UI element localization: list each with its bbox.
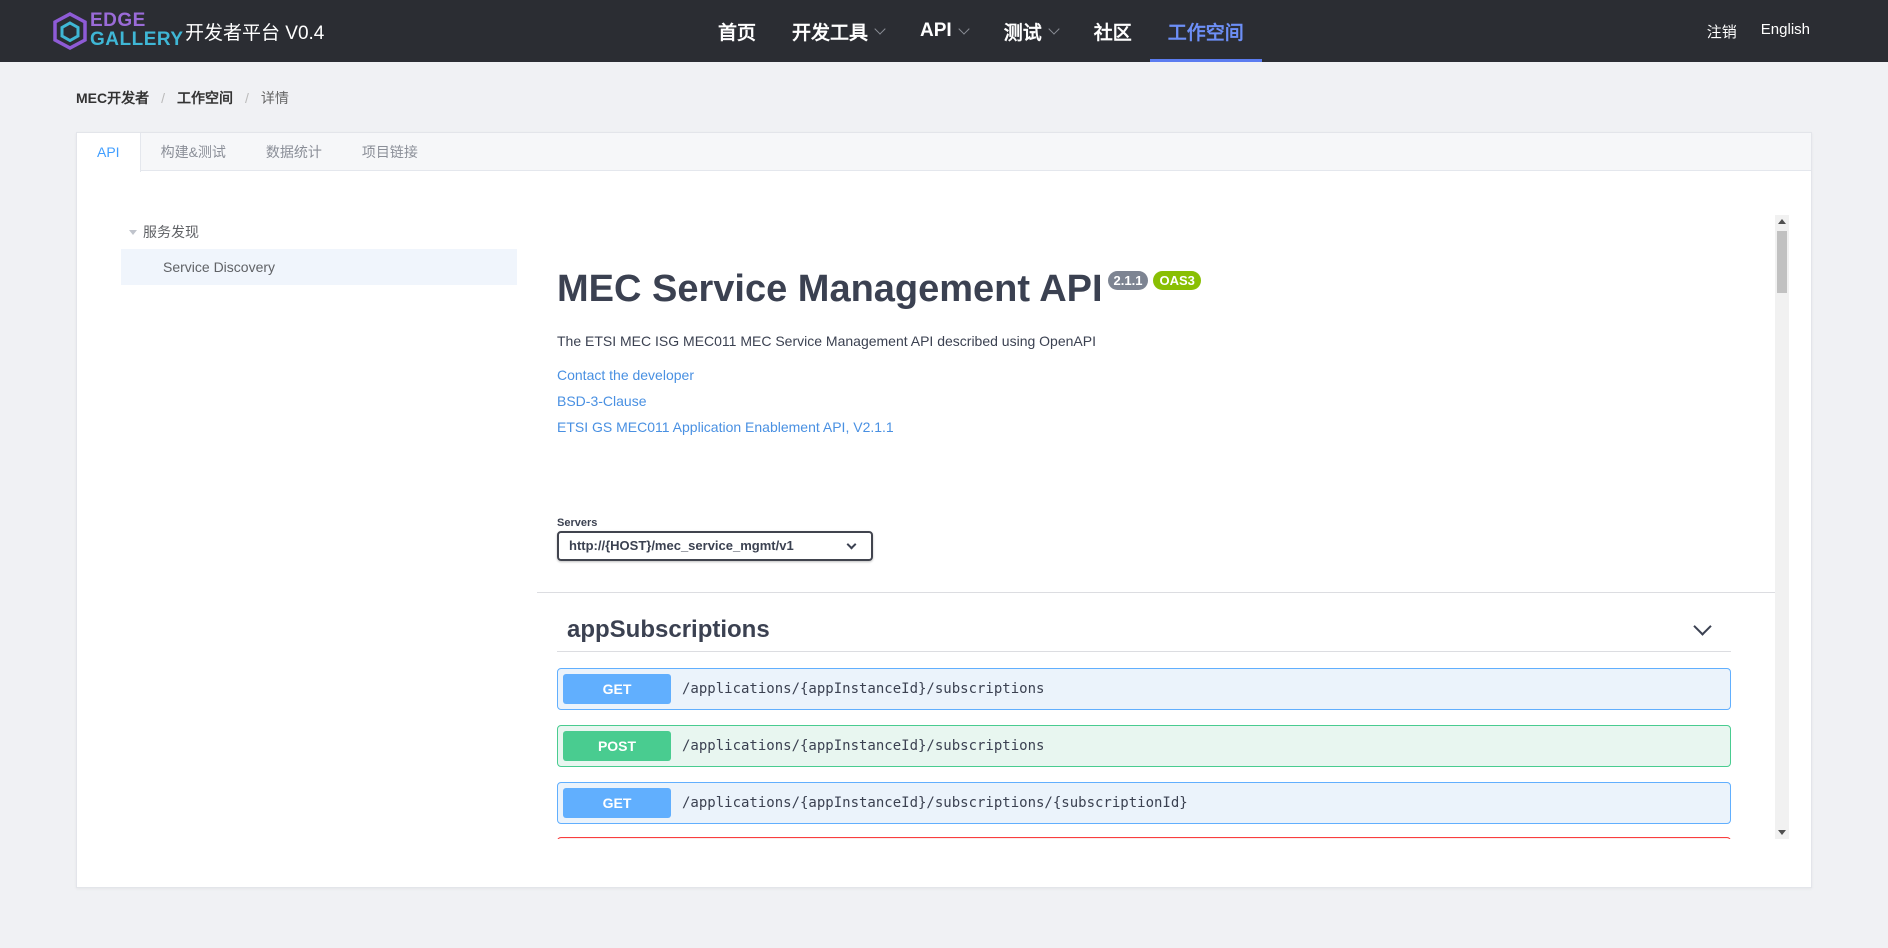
detail-tabs: API 构建&测试 数据统计 项目链接 xyxy=(77,133,1811,172)
breadcrumb-separator: / xyxy=(245,90,249,106)
nav-workspace[interactable]: 工作空间 xyxy=(1149,0,1262,62)
breadcrumb-workspace[interactable]: 工作空间 xyxy=(177,88,233,108)
tree-node-label: 服务发现 xyxy=(143,224,199,240)
servers-label: Servers xyxy=(557,517,598,529)
oas-badge: OAS3 xyxy=(1153,271,1201,290)
header-actions: 注销 English xyxy=(1707,21,1810,42)
nav-dev-tools[interactable]: 开发工具 xyxy=(774,0,902,62)
operation-row[interactable]: GET /applications/{appInstanceId}/subscr… xyxy=(557,668,1731,710)
tab-project-links[interactable]: 项目链接 xyxy=(342,133,438,171)
chevron-down-icon xyxy=(1048,23,1060,35)
nav-home[interactable]: 首页 xyxy=(700,0,774,62)
scrollbar-thumb[interactable] xyxy=(1777,231,1787,293)
brand-line1: EDGE xyxy=(90,10,146,31)
method-badge: GET xyxy=(563,674,671,704)
brand-line2: GALLERY xyxy=(90,29,184,50)
section-app-subscriptions[interactable]: appSubscriptions xyxy=(557,610,1731,652)
nav-workspace-label: 工作空间 xyxy=(1167,22,1244,44)
edgegallery-logo-icon[interactable] xyxy=(52,12,88,50)
operation-path: /applications/{appInstanceId}/subscripti… xyxy=(682,738,1045,754)
api-title: MEC Service Management API xyxy=(557,268,1103,310)
tab-statistics[interactable]: 数据统计 xyxy=(246,133,342,171)
nav-test[interactable]: 测试 xyxy=(986,0,1076,62)
breadcrumb-mec-developer[interactable]: MEC开发者 xyxy=(76,88,149,108)
chevron-down-icon xyxy=(958,23,970,35)
external-docs-link[interactable]: ETSI GS MEC011 Application Enablement AP… xyxy=(557,419,894,435)
scroll-up-icon[interactable] xyxy=(1778,219,1786,224)
tree-node-service-discovery-group[interactable]: 服务发现 xyxy=(121,215,517,249)
divider xyxy=(537,592,1775,593)
chevron-down-icon xyxy=(846,539,857,550)
operation-row[interactable]: GET /applications/{appInstanceId}/subscr… xyxy=(557,782,1731,824)
tab-build-test[interactable]: 构建&测试 xyxy=(141,133,246,171)
nav-community[interactable]: 社区 xyxy=(1076,0,1150,62)
top-navbar: EDGE GALLERY 开发者平台 V0.4 首页 开发工具 API 测试 社… xyxy=(0,0,1888,62)
project-detail-card: API 构建&测试 数据统计 项目链接 服务发现 Service Discove… xyxy=(76,132,1812,888)
logout-link[interactable]: 注销 xyxy=(1707,21,1737,42)
version-badge: 2.1.1 xyxy=(1107,271,1149,290)
chevron-down-icon xyxy=(874,23,886,35)
brand-name[interactable]: EDGE GALLERY xyxy=(90,11,184,49)
license-link[interactable]: BSD-3-Clause xyxy=(557,393,646,409)
operation-row-partial[interactable] xyxy=(557,837,1731,839)
operation-row[interactable]: POST /applications/{appInstanceId}/subsc… xyxy=(557,725,1731,767)
nav-home-label: 首页 xyxy=(718,22,757,44)
nav-community-label: 社区 xyxy=(1093,22,1132,44)
vertical-scrollbar[interactable] xyxy=(1775,215,1789,839)
section-title: appSubscriptions xyxy=(567,616,770,643)
breadcrumb-detail: 详情 xyxy=(260,90,289,106)
contact-developer-link[interactable]: Contact the developer xyxy=(557,367,694,383)
main-nav: 首页 开发工具 API 测试 社区 工作空间 xyxy=(700,0,1262,62)
chevron-down-icon[interactable] xyxy=(1693,617,1712,636)
service-tree: 服务发现 Service Discovery xyxy=(121,215,517,285)
breadcrumb-separator: / xyxy=(161,90,166,106)
servers-select-value: http://{HOST}/mec_service_mgmt/v1 xyxy=(569,538,794,553)
nav-test-label: 测试 xyxy=(1003,22,1042,44)
method-badge: GET xyxy=(563,788,671,818)
servers-select[interactable]: http://{HOST}/mec_service_mgmt/v1 xyxy=(557,531,873,561)
api-title-row: MEC Service Management API 2.1.1 OAS3 xyxy=(557,265,1201,313)
api-description: The ETSI MEC ISG MEC011 MEC Service Mana… xyxy=(557,333,1096,349)
method-badge: POST xyxy=(563,731,671,761)
nav-api-label: API xyxy=(920,20,952,41)
language-switch[interactable]: English xyxy=(1761,21,1810,42)
operation-path: /applications/{appInstanceId}/subscripti… xyxy=(682,795,1188,811)
operation-path: /applications/{appInstanceId}/subscripti… xyxy=(682,681,1045,697)
swagger-pane: MEC Service Management API 2.1.1 OAS3 Th… xyxy=(537,215,1789,839)
platform-title: 开发者平台 V0.4 xyxy=(185,23,325,44)
nav-api[interactable]: API xyxy=(902,0,986,62)
nav-dev-tools-label: 开发工具 xyxy=(792,22,869,44)
breadcrumb: MEC开发者 / 工作空间 / 详情 xyxy=(76,88,289,108)
tab-api[interactable]: API xyxy=(77,133,141,172)
tree-item-service-discovery[interactable]: Service Discovery xyxy=(121,249,517,285)
scroll-down-icon[interactable] xyxy=(1778,830,1786,835)
caret-down-icon[interactable] xyxy=(129,229,137,235)
